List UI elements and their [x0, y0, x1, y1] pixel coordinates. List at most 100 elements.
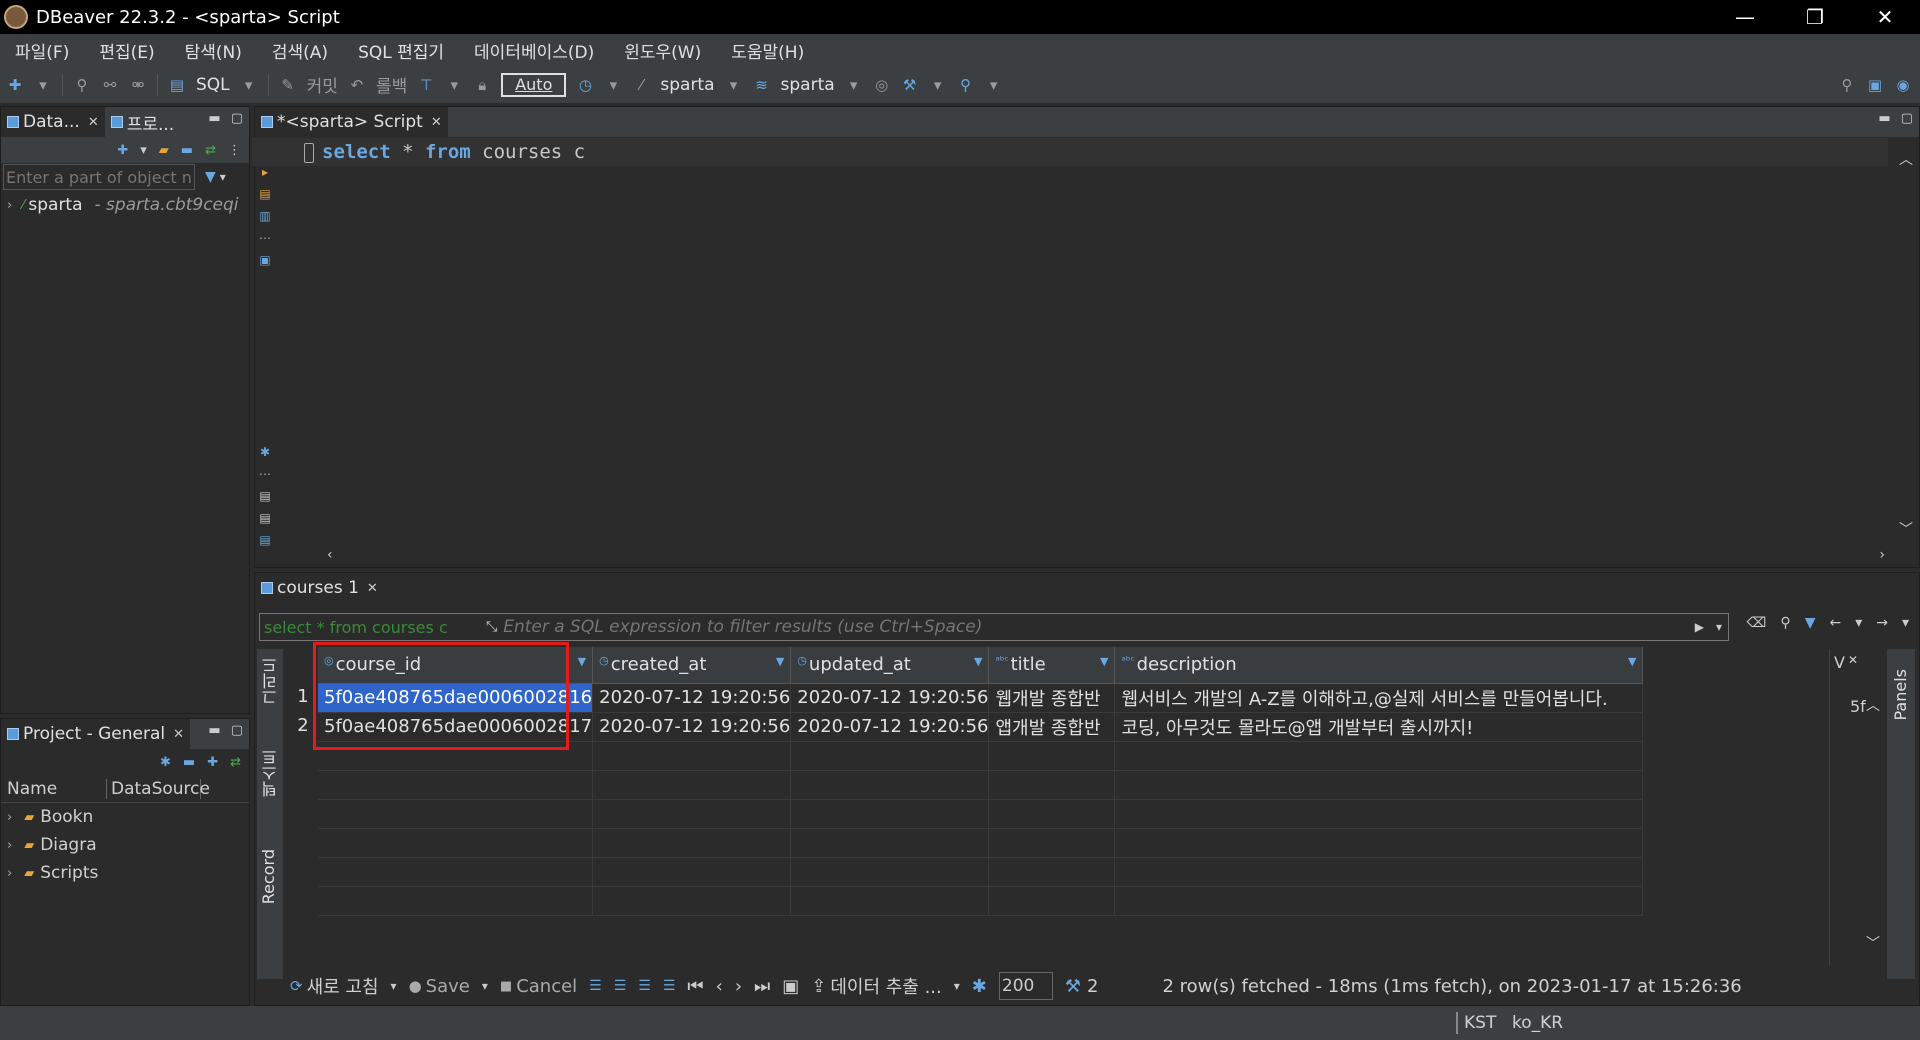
new-connection-icon[interactable]: ✚ — [117, 143, 128, 158]
restore-button[interactable]: ❐ — [1780, 0, 1850, 34]
collapse-icon[interactable]: ▬ — [181, 143, 193, 158]
load-script-icon[interactable]: ▤ — [259, 489, 270, 503]
project-item-scripts[interactable]: › ▰ Scripts — [7, 859, 249, 887]
save-button[interactable]: Save — [426, 976, 470, 997]
scroll-down-icon[interactable]: ﹀ — [1899, 519, 1913, 539]
table-cell[interactable]: 2020-07-12 19:20:56 — [790, 712, 990, 742]
sort-icon[interactable]: ▼ — [776, 655, 784, 668]
forward-icon[interactable]: → — [1876, 615, 1888, 631]
close-icon[interactable]: ✕ — [367, 581, 378, 596]
minimize-button[interactable]: — — [1710, 0, 1780, 34]
search-icon[interactable]: ⚲ — [957, 76, 975, 94]
column-header-title[interactable]: ᵃᵇᶜ title ▼ — [988, 647, 1116, 684]
script-plan-icon[interactable]: ▥ — [259, 209, 270, 223]
record-view-tab[interactable]: Record — [259, 849, 278, 904]
navigator-filter-input[interactable] — [3, 164, 195, 190]
collapse-icon[interactable]: ▬ — [183, 755, 195, 770]
scroll-down-icon[interactable]: ﹀ — [1866, 933, 1880, 953]
maximize-icon[interactable]: ▢ — [231, 723, 243, 738]
copy-row-icon[interactable]: ☰ — [638, 978, 651, 994]
terminal-icon[interactable]: ▣ — [259, 253, 270, 267]
dropdown-icon[interactable]: ▾ — [240, 76, 258, 94]
execute-new-tab-icon[interactable]: ▸ — [262, 165, 268, 179]
grid-view-tab[interactable]: 그리드 — [259, 657, 283, 705]
active-datasource-selector[interactable]: sparta — [660, 75, 714, 95]
configure-icon[interactable]: ✱ — [160, 755, 171, 770]
rollback-icon[interactable]: ↶ — [348, 76, 366, 94]
disconnect-icon[interactable]: ⚯ — [101, 76, 119, 94]
table-cell[interactable]: 2020-07-12 19:20:56 — [592, 683, 792, 713]
scroll-up-icon[interactable]: ︿ — [1899, 149, 1913, 169]
active-schema-selector[interactable]: sparta — [781, 75, 835, 95]
cancel-button[interactable]: Cancel — [516, 976, 577, 997]
global-search-icon[interactable]: ⚲ — [1838, 76, 1856, 94]
menu-edit[interactable]: 편집(E) — [84, 38, 169, 63]
close-icon[interactable]: ✕ — [88, 115, 99, 130]
chevron-right-icon[interactable]: › — [7, 838, 12, 853]
sort-icon[interactable]: ▼ — [974, 655, 982, 668]
connect-icon[interactable]: ⚲ — [73, 76, 91, 94]
scroll-right-icon[interactable]: › — [1879, 547, 1885, 563]
close-icon[interactable]: ✕ — [431, 115, 442, 130]
sort-icon[interactable]: ▼ — [1628, 655, 1636, 668]
tab-projects[interactable]: 프로... — [105, 107, 181, 137]
edit-row-icon[interactable]: ☰ — [589, 978, 602, 994]
sort-icon[interactable]: ▼ — [578, 655, 586, 668]
column-header-name[interactable]: Name — [1, 778, 107, 799]
export-data-button[interactable]: 데이터 추출 ... — [830, 973, 941, 999]
new-connection-icon[interactable]: ✚ — [6, 76, 24, 94]
filter-icon[interactable]: ▼ — [1805, 615, 1816, 631]
tab-project-general[interactable]: Project - General ✕ — [1, 719, 191, 749]
column-header-updated-at[interactable]: ◷ updated_at ▼ — [790, 647, 990, 684]
transaction-mode-icon[interactable]: ⊤ — [417, 76, 435, 94]
tab-sparta-script[interactable]: *<sparta> Script ✕ — [255, 107, 448, 137]
maximize-icon[interactable]: ▢ — [1901, 111, 1913, 126]
table-cell[interactable]: 2020-07-12 19:20:56 — [790, 683, 990, 713]
dropdown-icon[interactable]: ▾ — [445, 76, 463, 94]
dropdown-icon[interactable]: ▾ — [725, 76, 743, 94]
menu-sql-editor[interactable]: SQL 편집기 — [343, 38, 459, 63]
refresh-icon[interactable]: ⟳ — [290, 977, 303, 995]
dbeaver-perspective-icon[interactable]: ◉ — [1894, 76, 1912, 94]
auto-commit-toggle[interactable]: Auto — [501, 72, 567, 97]
add-icon[interactable]: ✚ — [207, 755, 218, 770]
menu-navigate[interactable]: 탐색(N) — [170, 38, 257, 63]
sql-editor-text[interactable]: select * from courses c — [322, 141, 585, 163]
clear-filter-icon[interactable]: ⌫ — [1747, 615, 1767, 631]
column-header-description[interactable]: ᵃᵇᶜ description ▼ — [1114, 647, 1644, 684]
tab-database-navigator[interactable]: Data... ✕ — [1, 107, 105, 137]
chevron-right-icon[interactable]: › — [7, 198, 12, 213]
table-cell[interactable]: 웹개발 종합반 — [988, 683, 1116, 713]
dropdown-icon[interactable]: ▾ — [845, 76, 863, 94]
menu-search[interactable]: 검색(A) — [257, 38, 343, 63]
panels-tab[interactable]: Panels — [1891, 669, 1910, 721]
project-item-diagrams[interactable]: › ▰ Diagra — [7, 831, 249, 859]
menu-help[interactable]: 도움말(H) — [716, 38, 819, 63]
dropdown-icon[interactable]: ▾ — [1855, 615, 1862, 631]
settings-icon[interactable]: ✱ — [260, 445, 270, 459]
filter-icon[interactable]: ▼ — [205, 169, 216, 185]
close-button[interactable]: ✕ — [1850, 0, 1920, 34]
menu-database[interactable]: 데이터베이스(D) — [459, 38, 609, 63]
menu-icon[interactable]: ⋮ — [228, 143, 241, 158]
link-icon[interactable]: ⇄ — [205, 143, 216, 158]
column-header-datasource[interactable]: DataSource — [107, 778, 210, 799]
export-script-icon[interactable]: ▤ — [259, 533, 270, 547]
more-icon[interactable]: ⋯ — [259, 231, 271, 245]
minimize-icon[interactable]: ▬ — [1878, 111, 1890, 126]
scroll-up-icon[interactable]: ︿ — [1866, 695, 1880, 715]
project-item-bookmarks[interactable]: › ▰ Bookn — [7, 803, 249, 831]
perspective-icon[interactable]: ▣ — [1866, 76, 1884, 94]
fetch-all-icon[interactable]: ▣ — [782, 976, 799, 997]
commit-button[interactable]: 커밋 — [307, 72, 338, 97]
dropdown-icon[interactable]: ▾ — [34, 76, 52, 94]
delete-row-icon[interactable]: ☰ — [663, 978, 676, 994]
execute-script-icon[interactable]: ▤ — [259, 187, 270, 201]
tree-item-sparta[interactable]: › ⁄ sparta - sparta.cbt9ceqi — [1, 191, 249, 219]
results-filter-input[interactable] — [503, 615, 1695, 639]
dropdown-icon[interactable]: ▾ — [1902, 615, 1909, 631]
first-page-icon[interactable]: ⏮ — [687, 976, 703, 997]
dropdown-icon[interactable]: ▾ — [954, 979, 960, 993]
filter-settings-icon[interactable]: ⚲ — [1780, 615, 1790, 631]
close-icon[interactable]: ✕ — [173, 727, 184, 742]
